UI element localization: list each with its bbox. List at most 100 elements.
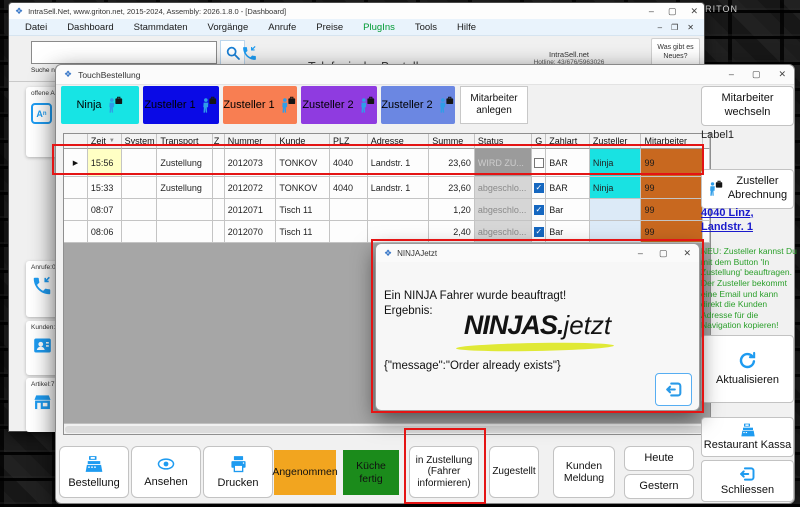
delivery-person-icon <box>106 95 124 116</box>
app-icon: ❖ <box>384 249 392 258</box>
cell-system <box>122 199 158 221</box>
table-row[interactable]: 08:07 2012071 Tisch 11 1,20 abgeschlo...… <box>64 199 710 221</box>
kueche-fertig-button[interactable]: Küche fertig <box>343 450 399 495</box>
minimize-icon[interactable]: – <box>729 69 734 80</box>
printer-icon <box>228 454 249 474</box>
col-adresse[interactable]: Adresse <box>368 134 430 149</box>
maximize-icon[interactable]: ▢ <box>668 6 677 17</box>
button-label: Zugestellt <box>492 466 535 478</box>
col-zahlart[interactable]: Zahlart <box>546 134 590 149</box>
menu-anrufe[interactable]: Anrufe <box>258 20 306 35</box>
col-zusteller[interactable]: Zusteller <box>590 134 642 149</box>
incoming-call-icon <box>241 45 258 62</box>
col-z[interactable]: Z <box>213 134 225 149</box>
menu-datei[interactable]: Datei <box>15 20 57 35</box>
scrollbar-thumb[interactable] <box>65 426 703 433</box>
close-icon[interactable]: ✕ <box>683 248 691 259</box>
bestellung-button[interactable]: Bestellung <box>59 446 129 498</box>
cell-summe: 23,60 <box>429 149 475 177</box>
table-row[interactable]: 08:06 2012070 Tisch 11 2,40 abgeschlo...… <box>64 221 710 243</box>
horizontal-scrollbar[interactable] <box>64 423 710 434</box>
cell-nummer: 2012072 <box>225 177 277 199</box>
cell-summe: 1,20 <box>429 199 475 221</box>
row-checkbox[interactable]: ✓ <box>534 183 544 193</box>
cell-zusteller: Ninja <box>590 177 642 199</box>
col-transport[interactable]: Transport <box>157 134 213 149</box>
col-plz[interactable]: PLZ <box>330 134 368 149</box>
main-titlebar[interactable]: ❖ IntraSell.Net, www.griton.net, 2015-20… <box>9 3 704 19</box>
logo-light-text: jetzt <box>563 310 611 340</box>
api-response-message: {"message":"Order already exists"} <box>384 360 561 372</box>
menu-tools[interactable]: Tools <box>405 20 447 35</box>
add-employee-button[interactable]: Mitarbeiter anlegen <box>460 86 528 124</box>
cell-summe: 23,60 <box>429 177 475 199</box>
button-label: Mitarbeiter wechseln <box>702 92 793 120</box>
col-g[interactable]: G <box>532 134 546 149</box>
courier-button-zusteller1[interactable]: Zusteller 1 <box>143 86 219 124</box>
close-icon[interactable]: ✕ <box>778 69 786 80</box>
menu-hilfe[interactable]: Hilfe <box>447 20 486 35</box>
col-status[interactable]: Status <box>475 134 533 149</box>
cell-z <box>213 149 225 177</box>
kunden-meldung-button[interactable]: Kunden Meldung <box>553 446 615 498</box>
courier-label: Zusteller 1 <box>144 99 195 111</box>
sort-desc-icon: ▼ <box>109 138 115 144</box>
courier-button-zusteller2-alt[interactable]: Zusteller 2 <box>381 86 455 124</box>
dialog-titlebar[interactable]: ❖ NINJAJetzt – ▢ ✕ <box>376 244 699 262</box>
dialog-title: TouchBestellung <box>78 70 723 80</box>
col-kunde[interactable]: Kunde <box>276 134 330 149</box>
menu-vorgaenge[interactable]: Vorgänge <box>198 20 259 35</box>
minimize-icon[interactable]: – <box>638 248 643 259</box>
table-row[interactable]: ▶ 15:56 Zustellung 2012073 TONKOV 4040 L… <box>64 149 710 177</box>
in-zustellung-button[interactable]: in Zustellung (Fahrer informieren) <box>409 446 479 498</box>
cell-status: WIRD ZU... <box>475 149 533 177</box>
mitarbeiter-wechseln-button[interactable]: Mitarbeiter wechseln <box>701 86 794 126</box>
app-icon: ❖ <box>15 7 23 16</box>
col-mitarbeiter[interactable]: Mitarbeiter <box>641 134 703 149</box>
ninja-exit-button[interactable] <box>655 373 692 406</box>
col-zeit[interactable]: Zeit▼ <box>88 134 122 149</box>
col-summe[interactable]: Summe <box>429 134 475 149</box>
courier-button-zusteller2[interactable]: Zusteller 2 <box>301 86 377 124</box>
mdi-close-icon[interactable]: ✕ <box>687 23 694 32</box>
gestern-button[interactable]: Gestern <box>624 474 694 499</box>
minimize-icon[interactable]: – <box>649 6 654 17</box>
mdi-minimize-icon[interactable]: – <box>658 23 662 32</box>
angenommen-button[interactable]: Angenommen <box>274 450 336 495</box>
menu-plugins[interactable]: PlugIns <box>353 20 405 35</box>
row-checkbox[interactable]: ✓ <box>534 205 544 215</box>
drucken-button[interactable]: Drucken <box>203 446 273 498</box>
maximize-icon[interactable]: ▢ <box>752 69 761 80</box>
cell-zeit: 08:07 <box>88 199 122 221</box>
schliessen-button[interactable]: Schliessen <box>701 460 794 502</box>
search-input[interactable] <box>31 41 217 64</box>
courier-button-zusteller1-alt[interactable]: Zusteller 1 <box>223 86 297 124</box>
customers-icon <box>31 335 54 356</box>
button-label: Bestellung <box>68 477 119 490</box>
heute-button[interactable]: Heute <box>624 446 694 471</box>
mdi-restore-icon[interactable]: ❐ <box>671 23 678 32</box>
menu-dashboard[interactable]: Dashboard <box>57 20 123 35</box>
close-icon[interactable]: ✕ <box>690 6 698 17</box>
row-checkbox[interactable] <box>534 158 544 168</box>
cell-zusteller <box>590 199 642 221</box>
restaurant-kassa-button[interactable]: Restaurant Kassa <box>701 417 794 457</box>
dialog-titlebar[interactable]: ❖ TouchBestellung – ▢ ✕ <box>56 65 794 85</box>
menu-stammdaten[interactable]: Stammdaten <box>124 20 198 35</box>
cell-nummer: 2012073 <box>225 149 277 177</box>
button-label: Küche fertig <box>343 460 399 484</box>
col-nummer[interactable]: Nummer <box>225 134 277 149</box>
maximize-icon[interactable]: ▢ <box>659 248 668 259</box>
table-row[interactable]: 15:33 Zustellung 2012072 TONKOV 4040 Lan… <box>64 177 710 199</box>
col-system[interactable]: System <box>122 134 158 149</box>
zusteller-abrechnung-button[interactable]: Zusteller Abrechnung <box>701 169 794 209</box>
cell-adresse <box>368 199 430 221</box>
courier-button-ninja[interactable]: Ninja <box>61 86 139 124</box>
row-checkbox[interactable]: ✓ <box>534 227 544 237</box>
ansehen-button[interactable]: Ansehen <box>131 446 201 498</box>
zugestellt-button[interactable]: Zugestellt <box>489 446 539 498</box>
search-icon <box>225 45 241 61</box>
aktualisieren-button[interactable]: Aktualisieren <box>701 335 794 403</box>
address-link[interactable]: 4040 Linz, Landstr. 1 <box>701 206 796 235</box>
menu-preise[interactable]: Preise <box>306 20 353 35</box>
